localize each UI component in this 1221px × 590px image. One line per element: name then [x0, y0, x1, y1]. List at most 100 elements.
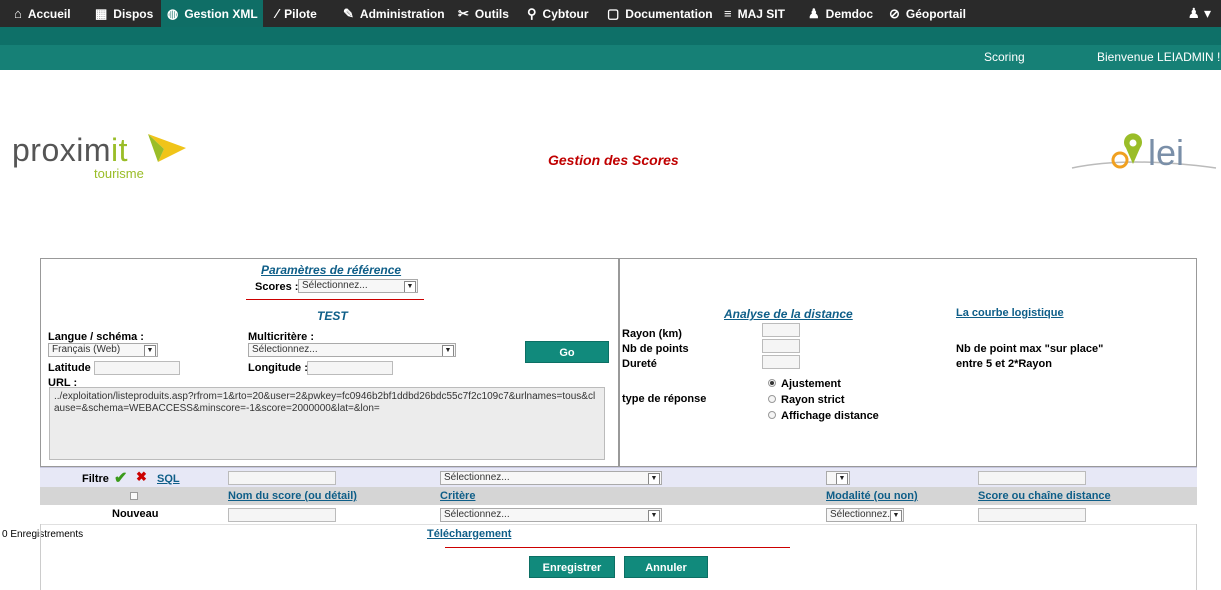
filter-score-input[interactable]	[978, 471, 1086, 485]
calendar-icon: ▦	[95, 6, 108, 21]
nav-item-administration[interactable]: ✎ Administration	[337, 0, 451, 27]
divider-line	[246, 299, 424, 300]
distance-analysis-title[interactable]: Analyse de la distance	[724, 307, 853, 321]
chevron-down-icon: ▼	[890, 510, 902, 521]
nav-item-cybtour[interactable]: ⚲ Cybtour	[521, 0, 595, 27]
chevron-down-icon: ▼	[836, 473, 848, 484]
scores-select[interactable]: Sélectionnez... ▼	[298, 279, 418, 293]
nb-points-input[interactable]	[762, 339, 800, 353]
update-icon: ≡	[724, 6, 732, 21]
new-name-input[interactable]	[228, 508, 336, 522]
response-type-label: type de réponse	[622, 393, 707, 405]
radio-affichage-distance[interactable]	[768, 411, 776, 419]
new-row-label: Nouveau	[112, 508, 159, 520]
nav-item-accueil[interactable]: ⌂ Accueil	[8, 0, 77, 27]
max-points-text: Nb de point max "sur place"	[956, 343, 1104, 355]
magic-wand-icon: ⁄	[276, 6, 279, 21]
filter-modality-select[interactable]: ▼	[826, 471, 850, 485]
longitude-label: Longitude :	[248, 362, 308, 374]
user-menu-icon[interactable]: ♟ ▾	[1188, 0, 1211, 27]
header-modalite[interactable]: Modalité (ou non)	[826, 490, 918, 502]
radio-affichage-distance-label: Affichage distance	[781, 410, 879, 422]
document-icon: ▢	[607, 6, 620, 21]
clear-filter-x-icon[interactable]: ✖	[136, 469, 147, 485]
new-modality-select[interactable]: Sélectionnez... ▼	[826, 508, 904, 522]
footer-divider	[445, 547, 790, 548]
compass-icon: ⊘	[889, 6, 900, 21]
rayon-input[interactable]	[762, 323, 800, 337]
nb-points-label: Nb de points	[622, 343, 689, 355]
new-entry-row: Nouveau Sélectionnez... ▼ Sélectionnez...…	[40, 505, 1197, 525]
radio-rayon-strict[interactable]	[768, 395, 776, 403]
cancel-button[interactable]: Annuler	[624, 556, 708, 578]
chevron-down-icon: ▼	[404, 281, 416, 292]
radio-ajustement-label: Ajustement	[781, 378, 841, 390]
nav-item-maj-sit[interactable]: ≡ MAJ SIT	[718, 0, 791, 27]
globe-icon: ◍	[167, 6, 179, 21]
select-all-checkbox[interactable]	[130, 492, 138, 500]
header-score-distance[interactable]: Score ou chaîne distance	[978, 490, 1111, 502]
durete-label: Dureté	[622, 358, 657, 370]
test-title: TEST	[317, 309, 348, 323]
sub-bar: Scoring Bienvenue LEIADMIN !	[0, 45, 1221, 70]
langue-select[interactable]: Français (Web) ▼	[48, 343, 158, 357]
lei-logo: lei	[1068, 130, 1218, 180]
filter-criterion-select[interactable]: Sélectionnez... ▼	[440, 471, 662, 485]
nav-item-dispos[interactable]: ▦ Dispos	[89, 0, 159, 27]
grid-right-border	[1196, 524, 1197, 590]
range-text: entre 5 et 2*Rayon	[956, 358, 1052, 370]
chevron-down-icon: ▼	[648, 473, 660, 484]
proximit-logo: proximit tourisme	[12, 132, 186, 181]
scoring-label: Scoring	[984, 50, 1025, 64]
save-button[interactable]: Enregistrer	[529, 556, 615, 578]
filter-name-input[interactable]	[228, 471, 336, 485]
nav-item-pilote[interactable]: ⁄ Pilote	[270, 0, 323, 27]
chevron-down-icon: ▼	[442, 345, 454, 356]
url-textarea[interactable]: ../exploitation/listeproduits.asp?rfrom=…	[49, 387, 605, 460]
filter-row: Filtre ✔ ✖ SQL Sélectionnez... ▼ ▼	[40, 467, 1197, 488]
apply-filter-check-icon[interactable]: ✔	[114, 468, 127, 488]
new-criterion-select[interactable]: Sélectionnez... ▼	[440, 508, 662, 522]
reference-parameters-title[interactable]: Paramètres de référence	[261, 263, 401, 277]
radio-rayon-strict-label: Rayon strict	[781, 394, 845, 406]
rayon-label: Rayon (km)	[622, 328, 682, 340]
reference-parameters-panel: Paramètres de référence Scores : Sélecti…	[40, 258, 619, 467]
welcome-text: Bienvenue LEIADMIN !	[1097, 50, 1221, 64]
nav-item-demdoc[interactable]: ♟ Demdoc	[802, 0, 879, 27]
latitude-label: Latitude :	[48, 362, 98, 374]
page-title: Gestion des Scores	[548, 152, 679, 168]
scores-label: Scores :	[255, 281, 299, 293]
filter-label: Filtre	[82, 473, 109, 485]
multicritere-label: Multicritère :	[248, 331, 315, 343]
go-button[interactable]: Go	[525, 341, 609, 363]
sql-link[interactable]: SQL	[157, 473, 180, 485]
nav-item-gestion-xml[interactable]: ◍ Gestion XML	[161, 0, 263, 27]
durete-input[interactable]	[762, 355, 800, 369]
menu-bar: ⌂ Accueil ▦ Dispos ◍ Gestion XML ⁄ Pilote ✎ A…	[0, 0, 1221, 27]
nav-item-documentation[interactable]: ▢ Documentation	[601, 0, 719, 27]
new-score-input[interactable]	[978, 508, 1086, 522]
chevron-down-icon: ▼	[144, 345, 156, 356]
logistic-curve-link[interactable]: La courbe logistique	[956, 307, 1064, 319]
multicritere-select[interactable]: Sélectionnez... ▼	[248, 343, 456, 357]
nav-item-outils[interactable]: ✂ Outils	[452, 0, 515, 27]
nav-item-geoportail[interactable]: ⊘ Géoportail	[883, 0, 972, 27]
latitude-input[interactable]	[94, 361, 180, 375]
header-critere[interactable]: Critère	[440, 490, 475, 502]
search-icon: ⚲	[527, 6, 537, 21]
table-header-row: Nom du score (ou détail) Critère Modalit…	[40, 487, 1197, 505]
longitude-input[interactable]	[307, 361, 393, 375]
wrench-icon: ✂	[458, 6, 469, 21]
distance-analysis-panel: Analyse de la distance La courbe logisti…	[619, 258, 1197, 467]
header-nom-du-score[interactable]: Nom du score (ou détail)	[228, 490, 357, 502]
chevron-down-icon: ▼	[648, 510, 660, 521]
tools-icon: ✎	[343, 6, 354, 21]
home-icon: ⌂	[14, 6, 22, 21]
records-count: 0 Enregistrements	[2, 529, 84, 540]
langue-label: Langue / schéma :	[48, 331, 144, 343]
grid-left-border	[40, 524, 41, 590]
download-link[interactable]: Téléchargement	[427, 528, 511, 540]
radio-ajustement[interactable]	[768, 379, 776, 387]
users-icon: ♟	[808, 6, 820, 21]
top-navigation: ⌂ Accueil ▦ Dispos ◍ Gestion XML ⁄ Pilote ✎ A…	[0, 0, 1221, 70]
